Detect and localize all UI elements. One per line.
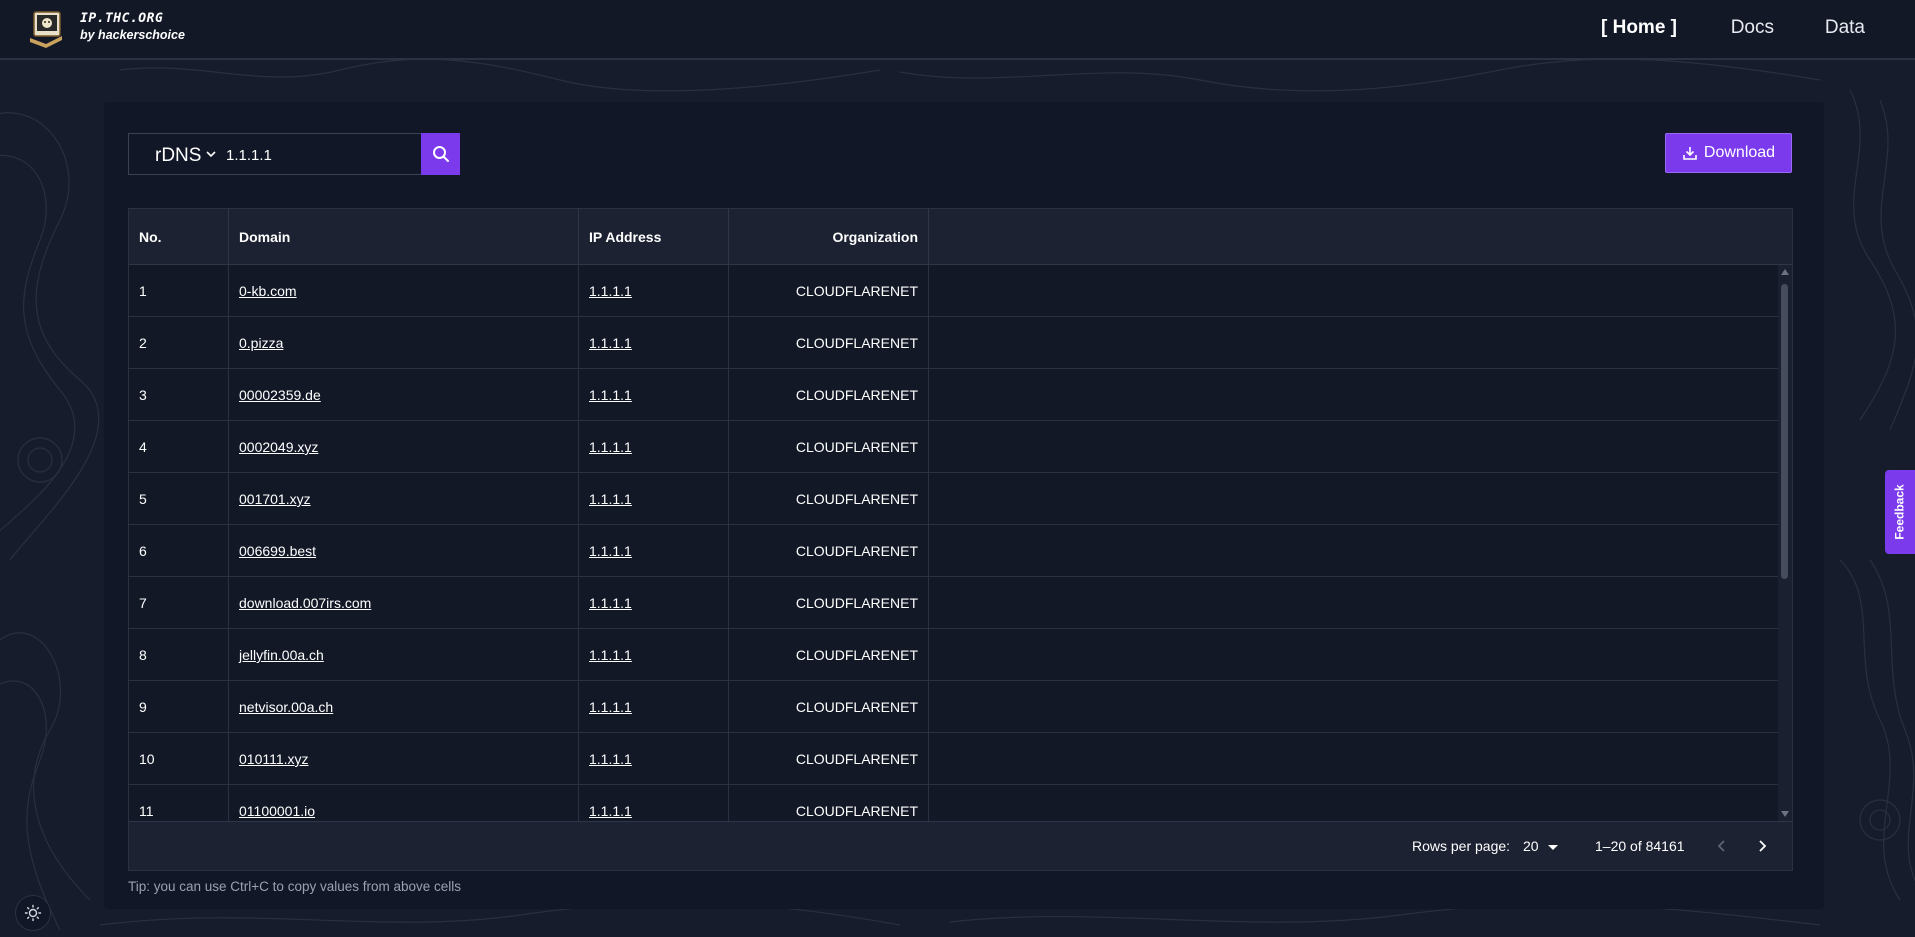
cell-ip-link[interactable]: 1.1.1.1 [579, 473, 729, 525]
rows-per-page-label: Rows per page: [1412, 838, 1511, 854]
cell-no[interactable]: 4 [129, 421, 229, 473]
search-input[interactable]: 1.1.1.1 [226, 147, 272, 164]
table-row[interactable]: 10 010111.xyz 1.1.1.1 CLOUDFLARENET [129, 733, 1778, 785]
chevron-left-icon[interactable] [1712, 836, 1732, 856]
brand[interactable]: IP.THC.ORG by hackerschoice [80, 11, 185, 43]
sun-icon [24, 904, 42, 922]
cell-domain-link[interactable]: 010111.xyz [229, 733, 579, 785]
chevron-down-icon[interactable] [205, 148, 217, 160]
column-header-ip-address[interactable]: IP Address [579, 209, 729, 265]
table-footer: Rows per page: 20 1–20 of 84161 [129, 821, 1792, 870]
cell-organization[interactable]: CLOUDFLARENET [729, 681, 929, 733]
cell-organization[interactable]: CLOUDFLARENET [729, 629, 929, 681]
cell-organization[interactable]: CLOUDFLARENET [729, 785, 929, 821]
cell-no[interactable]: 9 [129, 681, 229, 733]
cell-no[interactable]: 5 [129, 473, 229, 525]
cell-no[interactable]: 8 [129, 629, 229, 681]
cell-domain-link[interactable]: 0-kb.com [229, 265, 579, 317]
cell-domain-link[interactable]: 01100001.io [229, 785, 579, 821]
cell-no[interactable]: 7 [129, 577, 229, 629]
cell-no[interactable]: 3 [129, 369, 229, 421]
cell-no[interactable]: 10 [129, 733, 229, 785]
thc-logo-icon[interactable] [26, 8, 66, 48]
table-row[interactable]: 7 download.007irs.com 1.1.1.1 CLOUDFLARENET [129, 577, 1778, 629]
cell-ip-link[interactable]: 1.1.1.1 [579, 317, 729, 369]
theme-toggle-button[interactable] [15, 895, 51, 931]
download-label: Download [1703, 144, 1776, 161]
cell-no[interactable]: 6 [129, 525, 229, 577]
column-header-no[interactable]: No. [129, 209, 229, 265]
cell-domain-link[interactable]: 001701.xyz [229, 473, 579, 525]
search-icon [432, 146, 449, 162]
cell-domain-link[interactable]: 006699.best [229, 525, 579, 577]
feedback-tab[interactable]: Feedback [1885, 470, 1915, 554]
cell-ip-link[interactable]: 1.1.1.1 [579, 577, 729, 629]
cell-organization[interactable]: CLOUDFLARENET [729, 473, 929, 525]
caret-down-icon[interactable] [1548, 845, 1558, 850]
pagination-range: 1–20 of 84161 [1595, 838, 1685, 854]
table-row[interactable]: 5 001701.xyz 1.1.1.1 CLOUDFLARENET [129, 473, 1778, 525]
table-row[interactable]: 1 0-kb.com 1.1.1.1 CLOUDFLARENET [129, 265, 1778, 317]
cell-ip-link[interactable]: 1.1.1.1 [579, 421, 729, 473]
table-row[interactable]: 2 0.pizza 1.1.1.1 CLOUDFLARENET [129, 317, 1778, 369]
copy-tip: Tip: you can use Ctrl+C to copy values f… [128, 879, 462, 894]
cell-ip-link[interactable]: 1.1.1.1 [579, 681, 729, 733]
search-type-select[interactable]: rDNS [155, 145, 201, 167]
download-icon [1683, 147, 1697, 160]
cell-domain-link[interactable]: 0002049.xyz [229, 421, 579, 473]
results-card: rDNS 1.1.1.1 Download No. Domain IP Addr… [104, 102, 1824, 909]
cell-ip-link[interactable]: 1.1.1.1 [579, 525, 729, 577]
cell-domain-link[interactable]: jellyfin.00a.ch [229, 629, 579, 681]
nav-docs[interactable]: Docs [1731, 17, 1774, 39]
cell-organization[interactable]: CLOUDFLARENET [729, 525, 929, 577]
cell-no[interactable]: 2 [129, 317, 229, 369]
scroll-down-arrow[interactable] [1781, 811, 1789, 817]
cell-ip-link[interactable]: 1.1.1.1 [579, 733, 729, 785]
column-header-organization[interactable]: Organization [729, 209, 929, 265]
table-row[interactable]: 3 00002359.de 1.1.1.1 CLOUDFLARENET [129, 369, 1778, 421]
table-row[interactable]: 11 01100001.io 1.1.1.1 CLOUDFLARENET [129, 785, 1778, 821]
cell-domain-link[interactable]: download.007irs.com [229, 577, 579, 629]
vertical-scrollbar[interactable] [1778, 265, 1792, 821]
cell-organization[interactable]: CLOUDFLARENET [729, 733, 929, 785]
chevron-right-icon[interactable] [1752, 836, 1772, 856]
cell-organization[interactable]: CLOUDFLARENET [729, 317, 929, 369]
top-bar: IP.THC.ORG by hackerschoice [ Home ] Doc… [0, 0, 1915, 60]
table-row[interactable]: 4 0002049.xyz 1.1.1.1 CLOUDFLARENET [129, 421, 1778, 473]
feedback-label: Feedback [1893, 484, 1908, 540]
cell-no[interactable]: 1 [129, 265, 229, 317]
cell-organization[interactable]: CLOUDFLARENET [729, 369, 929, 421]
cell-ip-link[interactable]: 1.1.1.1 [579, 265, 729, 317]
cell-organization[interactable]: CLOUDFLARENET [729, 577, 929, 629]
cell-ip-link[interactable]: 1.1.1.1 [579, 785, 729, 821]
download-button[interactable]: Download [1665, 133, 1792, 173]
cell-organization[interactable]: CLOUDFLARENET [729, 421, 929, 473]
table-row[interactable]: 6 006699.best 1.1.1.1 CLOUDFLARENET [129, 525, 1778, 577]
search-box[interactable]: rDNS 1.1.1.1 [128, 133, 425, 175]
table-row[interactable]: 9 netvisor.00a.ch 1.1.1.1 CLOUDFLARENET [129, 681, 1778, 733]
table-header: No. Domain IP Address Organization [129, 209, 1792, 265]
cell-domain-link[interactable]: 0.pizza [229, 317, 579, 369]
cell-domain-link[interactable]: netvisor.00a.ch [229, 681, 579, 733]
results-table: No. Domain IP Address Organization 1 0-kb… [128, 208, 1793, 871]
brand-title: IP.THC.ORG [80, 11, 164, 26]
table-body: 1 0-kb.com 1.1.1.1 CLOUDFLARENET 2 0.pizza 1.1… [129, 265, 1778, 821]
table-row[interactable]: 8 jellyfin.00a.ch 1.1.1.1 CLOUDFLARENET [129, 629, 1778, 681]
cell-no[interactable]: 11 [129, 785, 229, 821]
cell-ip-link[interactable]: 1.1.1.1 [579, 629, 729, 681]
nav-data[interactable]: Data [1825, 17, 1865, 39]
cell-ip-link[interactable]: 1.1.1.1 [579, 369, 729, 421]
column-header-domain[interactable]: Domain [229, 209, 579, 265]
scroll-up-arrow[interactable] [1781, 269, 1789, 275]
scrollbar-thumb[interactable] [1781, 284, 1788, 579]
brand-subtitle: by hackerschoice [80, 28, 185, 42]
cell-domain-link[interactable]: 00002359.de [229, 369, 579, 421]
search-button[interactable] [421, 133, 460, 175]
cell-organization[interactable]: CLOUDFLARENET [729, 265, 929, 317]
nav-home[interactable]: [ Home ] [1601, 17, 1677, 39]
rows-per-page-select[interactable]: 20 [1523, 838, 1539, 854]
